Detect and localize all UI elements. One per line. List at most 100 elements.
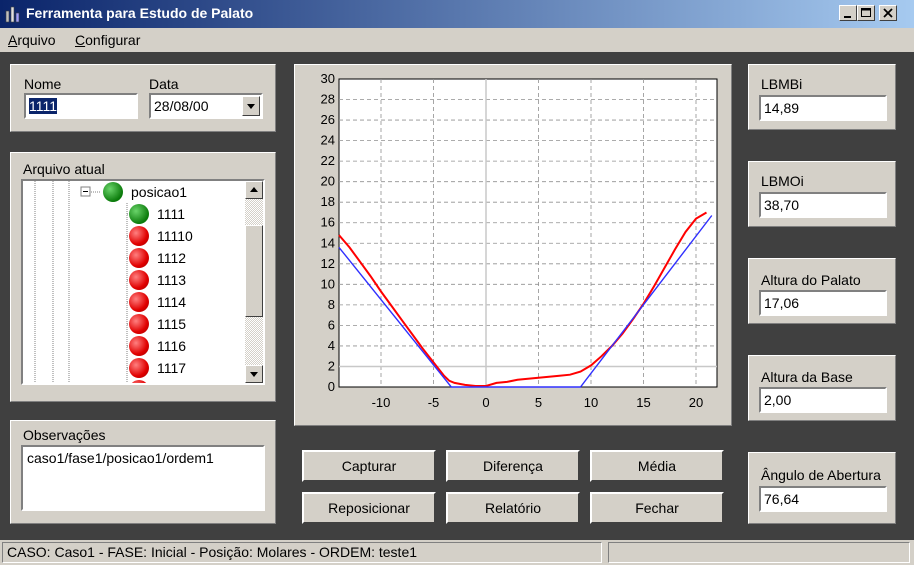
measure-value: 17,06 <box>764 295 800 311</box>
nome-label: Nome <box>24 76 62 92</box>
x-tick-label: -10 <box>372 395 391 410</box>
x-tick-label: 10 <box>584 395 598 410</box>
patient-panel: Nome 1111 Data 28/08/00 <box>10 64 276 132</box>
data-value: 28/08/00 <box>154 98 209 114</box>
measure-panel-altura-palato: Altura do Palato 17,06 <box>748 258 896 324</box>
measure-label: Ângulo de Abertura <box>761 467 881 483</box>
measure-label: LBMBi <box>761 76 803 92</box>
fechar-label: Fechar <box>635 500 679 516</box>
y-tick-label: 16 <box>321 215 335 230</box>
measure-label: LBMOi <box>761 173 804 189</box>
palate-chart: 024681012141618202224262830-10 -5 0 5 10 15 20 <box>321 71 718 410</box>
status-text: CASO: Caso1 - FASE: Inicial - Posição: M… <box>2 542 602 563</box>
measure-label: Altura do Palato <box>761 272 861 288</box>
capturar-label: Capturar <box>341 458 397 474</box>
x-tick-label: -5 <box>428 395 440 410</box>
measure-value: 76,64 <box>764 491 800 507</box>
y-tick-label: 8 <box>328 297 335 312</box>
media-button[interactable]: Média <box>590 450 724 482</box>
measure-field[interactable]: 76,64 <box>759 486 887 512</box>
y-tick-label: 4 <box>328 338 335 353</box>
measure-field[interactable]: 17,06 <box>759 290 887 316</box>
status-red-icon <box>129 314 149 334</box>
diferenca-button[interactable]: Diferença <box>446 450 580 482</box>
nome-value: 1111 <box>29 98 58 114</box>
arquivo-atual-panel: Arquivo atual posicao1 1111 11110 1112 1… <box>10 152 276 402</box>
status-green-icon <box>129 204 149 224</box>
status-red-icon <box>129 336 149 356</box>
x-tick-label: 20 <box>689 395 703 410</box>
measure-field[interactable]: 38,70 <box>759 192 887 218</box>
measure-label: Altura da Base <box>761 369 853 385</box>
chart-panel: 0 2 4 6 8 10 12 14 16 18 20 22 24 26 28 30 -10 -5 0 5 10 15 20 <box>294 64 732 426</box>
minimize-button[interactable] <box>839 5 857 21</box>
arquivo-atual-label: Arquivo atual <box>23 161 105 177</box>
nome-field[interactable]: 1111 <box>24 93 138 119</box>
list-item-label: 1116 <box>157 338 187 354</box>
observacoes-label: Observações <box>23 427 106 443</box>
measure-value: 14,89 <box>764 100 800 116</box>
maximize-button[interactable] <box>857 5 875 21</box>
y-tick-label: 18 <box>321 194 335 209</box>
reposicionar-label: Reposicionar <box>328 500 410 516</box>
menu-configurar[interactable]: Configurar <box>75 32 140 48</box>
scroll-thumb[interactable] <box>245 225 263 317</box>
chevron-down-icon[interactable] <box>242 96 260 116</box>
close-button[interactable] <box>879 5 897 21</box>
y-tick-label: 28 <box>321 92 335 107</box>
y-tick-label: 10 <box>321 276 335 291</box>
observacoes-panel: Observações caso1/fase1/posicao1/ordem1 <box>10 420 276 524</box>
x-tick-label: 15 <box>636 395 650 410</box>
list-item-label: 1113 <box>157 272 187 288</box>
list-item-label: 11110 <box>157 228 193 244</box>
status-green-icon <box>103 182 123 202</box>
list-item-label: 1111 <box>157 206 186 222</box>
observacoes-value: caso1/fase1/posicao1/ordem1 <box>27 450 214 466</box>
data-combo[interactable]: 28/08/00 <box>149 93 263 119</box>
relatorio-button[interactable]: Relatório <box>446 492 580 524</box>
scroll-up-icon[interactable] <box>245 181 263 199</box>
menu-bar: Arquivo Configurar <box>0 28 914 52</box>
measure-value: 2,00 <box>764 392 792 408</box>
measure-panel-lbmoi: LBMOi 38,70 <box>748 161 896 227</box>
window-title: Ferramenta para Estudo de Palato <box>26 5 254 21</box>
reposicionar-button[interactable]: Reposicionar <box>302 492 436 524</box>
y-tick-label: 24 <box>321 133 335 148</box>
maximize-icon <box>861 8 871 17</box>
tree-root-label: posicao1 <box>131 184 188 200</box>
y-tick-label: 30 <box>321 71 335 86</box>
scroll-down-icon[interactable] <box>245 365 263 383</box>
y-tick-label: 0 <box>328 379 335 394</box>
close-icon <box>883 8 893 18</box>
plot-area <box>338 78 718 388</box>
relatorio-label: Relatório <box>484 500 542 516</box>
measure-value: 38,70 <box>764 197 800 213</box>
measure-panel-altura-base: Altura da Base 2,00 <box>748 355 896 421</box>
observacoes-textarea[interactable]: caso1/fase1/posicao1/ordem1 <box>21 445 265 511</box>
measure-field[interactable]: 14,89 <box>759 95 887 121</box>
measure-panel-lbmbi: LBMBi 14,89 <box>748 64 896 130</box>
y-tick-label: 26 <box>321 112 335 127</box>
main-window: Ferramenta para Estudo de Palato Arquivo… <box>0 0 914 565</box>
tree-scrollbar[interactable] <box>245 181 263 383</box>
list-item-label: 1114 <box>157 294 187 310</box>
menu-arquivo[interactable]: Arquivo <box>8 32 55 48</box>
list-item-label: 1118 <box>157 382 186 383</box>
measure-panel-angulo: Ângulo de Abertura 76,64 <box>748 452 896 524</box>
y-tick-label: 14 <box>321 235 335 250</box>
status-red-icon <box>129 248 149 268</box>
status-red-icon <box>129 358 149 378</box>
title-bar: Ferramenta para Estudo de Palato <box>0 0 914 28</box>
minimize-icon <box>844 16 851 18</box>
capturar-button[interactable]: Capturar <box>302 450 436 482</box>
status-red-icon <box>129 226 149 246</box>
measure-field[interactable]: 2,00 <box>759 387 887 413</box>
fechar-button[interactable]: Fechar <box>590 492 724 524</box>
y-tick-label: 6 <box>328 317 335 332</box>
file-tree[interactable]: posicao1 1111 11110 1112 1113 1114 1115 … <box>21 179 265 385</box>
data-label: Data <box>149 76 179 92</box>
status-red-icon <box>129 292 149 312</box>
y-tick-label: 2 <box>328 358 335 373</box>
status-bar: CASO: Caso1 - FASE: Inicial - Posição: M… <box>0 540 914 565</box>
y-tick-label: 12 <box>321 256 335 271</box>
